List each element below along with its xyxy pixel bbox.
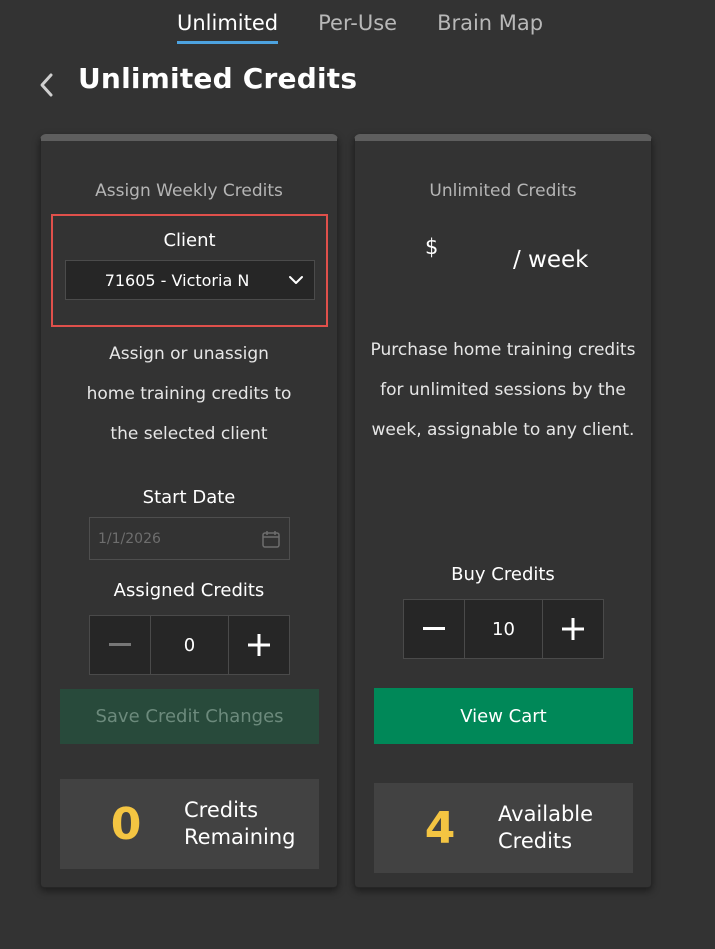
save-credit-changes-button[interactable]: Save Credit Changes <box>60 689 319 744</box>
purchase-description-line: for unlimited sessions by the <box>380 380 626 400</box>
view-cart-button[interactable]: View Cart <box>374 688 633 744</box>
purchase-description-line: week, assignable to any client. <box>371 420 635 440</box>
tab-unlimited[interactable]: Unlimited <box>177 8 279 44</box>
available-credits-box: 4 Available Credits <box>374 783 633 873</box>
assign-card-header: Assign Weekly Credits <box>95 181 283 201</box>
buy-credits-stepper: 10 <box>403 599 604 659</box>
assigned-credits-label: Assigned Credits <box>113 580 265 601</box>
decrement-minus-icon[interactable] <box>404 600 464 658</box>
purchase-description: Purchase home training credits for unlim… <box>355 330 651 450</box>
assigned-credits-value[interactable]: 0 <box>150 616 229 674</box>
purchase-description-line: Purchase home training credits <box>370 340 636 360</box>
client-dropdown[interactable]: 71605 - Victoria N <box>65 260 315 300</box>
credits-remaining-box: 0 Credits Remaining <box>60 779 319 869</box>
calendar-icon[interactable] <box>253 529 289 549</box>
credits-remaining-label-line: Remaining <box>184 825 296 849</box>
client-selector-highlight: Client 71605 - Victoria N <box>51 214 328 327</box>
start-date-label: Start Date <box>142 487 236 508</box>
available-credits-label-line: Available <box>498 802 594 826</box>
available-credits-label-line: Credits <box>498 829 573 853</box>
increment-plus-icon[interactable] <box>229 616 289 674</box>
price-currency: $ <box>425 235 439 259</box>
assign-description-line: the selected client <box>110 424 268 444</box>
available-credits-count: 4 <box>424 802 456 854</box>
client-dropdown-value: 71605 - Victoria N <box>104 270 250 290</box>
tab-brain-map[interactable]: Brain Map <box>437 8 543 44</box>
price-row: $ / week <box>355 235 651 275</box>
client-label: Client <box>163 230 216 251</box>
start-date-value: 1/1/2026 <box>98 530 161 547</box>
price-per-week: / week <box>513 247 589 273</box>
start-date-input[interactable]: 1/1/2026 <box>89 517 290 560</box>
purchase-credits-card: Unlimited Credits $ / week Purchase home… <box>354 134 652 888</box>
available-credits-label: Available Credits <box>474 801 593 855</box>
back-chevron-left-icon[interactable] <box>36 72 58 98</box>
credits-remaining-label: Credits Remaining <box>160 797 296 851</box>
buy-credits-value[interactable]: 10 <box>464 600 543 658</box>
buy-credits-label: Buy Credits <box>451 564 555 585</box>
assigned-credits-stepper: 0 <box>89 615 290 675</box>
increment-plus-icon[interactable] <box>543 600 603 658</box>
assign-credits-card: Assign Weekly Credits Client 71605 - Vic… <box>40 134 338 888</box>
chevron-down-icon <box>278 275 314 285</box>
credits-remaining-label-line: Credits <box>184 798 259 822</box>
assign-description: Assign or unassign home training credits… <box>41 334 337 454</box>
page-title: Unlimited Credits <box>78 62 358 95</box>
assign-description-line: Assign or unassign <box>109 344 269 364</box>
tab-per-use[interactable]: Per-Use <box>318 8 397 44</box>
decrement-minus-icon[interactable] <box>90 616 150 674</box>
tab-bar: Unlimited Per-Use Brain Map <box>177 8 543 44</box>
purchase-card-header: Unlimited Credits <box>429 181 577 201</box>
credits-remaining-count: 0 <box>110 798 142 850</box>
assign-description-line: home training credits to <box>86 384 292 404</box>
